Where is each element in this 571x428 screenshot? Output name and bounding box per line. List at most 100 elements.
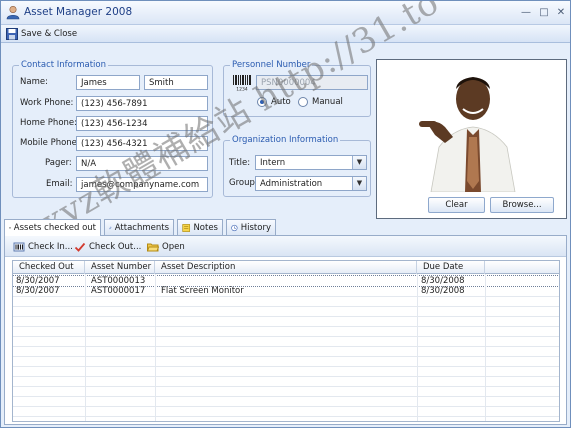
tab-attachments[interactable]: Attachments: [104, 219, 174, 235]
minimize-icon[interactable]: —: [519, 6, 533, 19]
cell-due-date: 8/30/2008: [421, 276, 465, 286]
grid-line: [13, 396, 559, 397]
user-app-icon: [6, 5, 20, 20]
personnel-number-title: Personnel Number: [230, 60, 313, 70]
save-icon: [6, 28, 18, 40]
contact-information-group: Contact Information Name: James Smith Wo…: [12, 60, 213, 198]
cell-asset-number: AST0000017: [91, 286, 146, 296]
cell-checked-out: 8/30/2007: [16, 286, 60, 296]
home-phone-label: Home Phone:: [20, 118, 77, 128]
employee-photo[interactable]: [409, 63, 537, 192]
svg-text:1234: 1234: [236, 87, 248, 92]
checkmark-icon: [74, 242, 86, 252]
cell-asset-description: Flat Screen Monitor: [161, 286, 244, 296]
table-row[interactable]: 8/30/2007 AST0000017 Flat Screen Monitor…: [13, 286, 559, 296]
photo-panel: Clear Browse...: [376, 59, 567, 219]
mobile-phone-label: Mobile Phone:: [20, 138, 80, 148]
email-field[interactable]: james@companyname.com: [76, 177, 208, 192]
cell-asset-number: AST0000013: [91, 276, 146, 286]
organization-information-title: Organization Information: [230, 135, 341, 145]
grid-line: [13, 326, 559, 327]
mobile-phone-field[interactable]: (123) 456-4321: [76, 136, 208, 151]
group-label: Group:: [229, 178, 258, 188]
paperclip-icon: [109, 226, 112, 229]
grid-line: [13, 356, 559, 357]
name-label: Name:: [20, 77, 48, 87]
grid-line: [485, 274, 486, 421]
assets-grid: Checked Out Asset Number Asset Descripti…: [12, 260, 560, 422]
column-header-asset-number[interactable]: Asset Number: [85, 261, 155, 274]
grid-line: [417, 274, 418, 421]
auto-radio[interactable]: [257, 97, 267, 107]
column-header-due-date[interactable]: Due Date: [417, 261, 485, 274]
chevron-down-icon[interactable]: ▼: [352, 177, 366, 190]
pager-field[interactable]: N/A: [76, 156, 208, 171]
assets-toolbar: Check In... Check Out... Open: [5, 236, 566, 257]
tab-label: Notes: [193, 222, 218, 233]
home-phone-field[interactable]: (123) 456-1234: [76, 116, 208, 131]
save-close-button[interactable]: Save & Close: [3, 26, 80, 42]
column-header-asset-description[interactable]: Asset Description: [155, 261, 417, 274]
open-label: Open: [162, 242, 185, 252]
first-name-field[interactable]: James: [76, 75, 140, 90]
tab-history[interactable]: History: [226, 219, 276, 235]
clock-icon: [231, 224, 238, 231]
tab-assets-checked-out[interactable]: Assets checked out: [4, 219, 101, 236]
grid-line: [13, 336, 559, 337]
email-label: Email:: [46, 179, 73, 189]
personnel-number-group: Personnel Number 1234 PSN0000004 Auto Ma…: [223, 60, 371, 117]
grid-header: Checked Out Asset Number Asset Descripti…: [13, 261, 559, 274]
grid-line: [13, 376, 559, 377]
cell-due-date: 8/30/2008: [421, 286, 465, 296]
auto-label: Auto: [271, 97, 291, 107]
asset-manager-window: Asset Manager 2008 — □ ✕ Save & Close Co…: [0, 0, 571, 428]
barcode-icon: 1234: [233, 75, 251, 92]
grid-line: [13, 416, 559, 417]
pager-label: Pager:: [45, 158, 72, 168]
organization-information-group: Organization Information Title: Intern ▼…: [223, 135, 371, 197]
grid-line: [13, 386, 559, 387]
grid-line: [155, 274, 156, 421]
grid-line: [13, 366, 559, 367]
window-title: Asset Manager 2008: [24, 6, 133, 18]
browse-button[interactable]: Browse...: [490, 197, 554, 213]
tab-notes[interactable]: Notes: [177, 219, 223, 235]
open-button[interactable]: Open: [144, 239, 188, 255]
save-close-label: Save & Close: [21, 29, 78, 39]
title-label: Title:: [229, 158, 251, 168]
last-name-field[interactable]: Smith: [144, 75, 208, 90]
column-header-checked-out[interactable]: Checked Out: [13, 261, 85, 274]
folder-open-icon: [147, 243, 159, 252]
check-out-button[interactable]: Check Out...: [71, 239, 144, 255]
manual-label: Manual: [312, 97, 343, 107]
grid-line: [13, 316, 559, 317]
work-phone-field[interactable]: (123) 456-7891: [76, 96, 208, 111]
table-row[interactable]: 8/30/2007 AST0000013 8/30/2008: [13, 275, 559, 287]
close-icon[interactable]: ✕: [554, 6, 568, 19]
grid-line: [13, 406, 559, 407]
manual-radio[interactable]: [298, 97, 308, 107]
check-out-label: Check Out...: [89, 242, 142, 252]
clear-button[interactable]: Clear: [428, 197, 485, 213]
check-in-button[interactable]: Check In...: [10, 239, 76, 255]
title-bar: Asset Manager 2008 — □ ✕: [1, 1, 570, 25]
grid-line: [13, 346, 559, 347]
tab-label: History: [240, 222, 271, 233]
group-combo[interactable]: Administration ▼: [255, 176, 367, 191]
title-combo[interactable]: Intern ▼: [255, 155, 367, 170]
work-phone-label: Work Phone:: [20, 98, 74, 108]
maximize-icon[interactable]: □: [537, 6, 551, 19]
tab-label: Attachments: [114, 222, 169, 233]
tab-label: Assets checked out: [13, 223, 96, 233]
check-in-label: Check In...: [28, 242, 73, 252]
note-icon: [182, 223, 191, 232]
check-in-icon: [13, 242, 25, 252]
grid-line: [13, 306, 559, 307]
contact-information-title: Contact Information: [19, 60, 108, 70]
main-toolbar: Save & Close: [1, 25, 570, 43]
assets-checked-out-panel: Check In... Check Out... Open Checked Ou…: [4, 235, 567, 425]
barcode-icon: [9, 227, 11, 229]
personnel-number-field: PSN0000004: [256, 75, 368, 90]
chevron-down-icon[interactable]: ▼: [352, 156, 366, 169]
grid-line: [13, 296, 559, 297]
